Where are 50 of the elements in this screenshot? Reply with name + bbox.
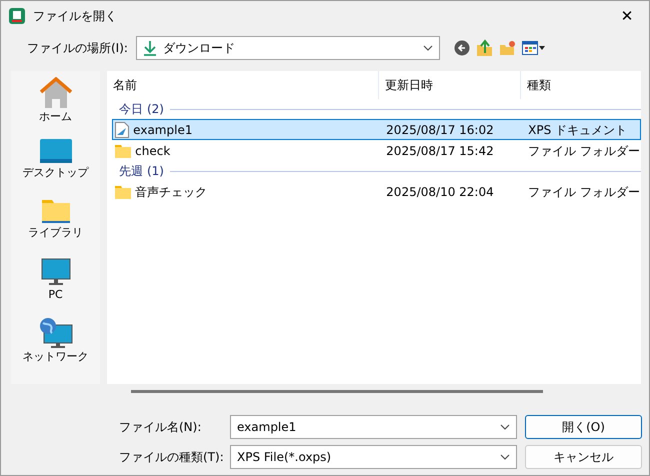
file-type: XPS ドキュメント (528, 122, 628, 138)
location-dropdown[interactable]: ダウンロード (136, 36, 440, 60)
modified-date: 2025/08/17 16:02 (386, 122, 494, 138)
app-icon (9, 8, 25, 24)
file-name-field[interactable]: example1 (230, 415, 517, 439)
sidebar-item[interactable]: ライブラリ (28, 197, 84, 257)
sidebar-item[interactable]: PC (40, 257, 71, 317)
download-icon (142, 40, 157, 56)
cancel-button[interactable]: キャンセル (525, 445, 642, 469)
up-folder-icon[interactable] (476, 39, 493, 57)
file-type: ファイル フォルダー (528, 142, 640, 160)
sidebar-item[interactable]: ネットワーク (22, 317, 89, 377)
scrollbar[interactable] (131, 390, 543, 393)
window-title: ファイルを開く (33, 8, 118, 25)
file-row[interactable]: check 2025/08/17 15:42 ファイル フォルダー (112, 140, 641, 161)
file-name: check (135, 142, 170, 160)
file-row[interactable]: 音声チェック 2025/08/10 22:04 ファイル フォルダー (112, 181, 641, 202)
file-type-label: ファイルの種類(T): (119, 449, 225, 466)
column-header[interactable]: 更新日時 (378, 71, 520, 99)
group-header[interactable]: 先週 (1) (119, 162, 164, 180)
caret-icon (500, 452, 510, 462)
folder-icon (115, 144, 132, 158)
document-icon (115, 122, 130, 138)
caret-icon (422, 43, 433, 53)
column-header[interactable]: 名前 (107, 76, 378, 94)
sidebar-item[interactable]: デスクトップ (22, 137, 89, 197)
file-type-dropdown[interactable]: XPS File(*.oxps) (230, 445, 517, 469)
desktop-icon (38, 137, 73, 165)
folder-icon (40, 197, 71, 225)
file-name-label: ファイル名(N): (119, 419, 202, 436)
caret-icon (500, 422, 510, 432)
group-header[interactable]: 今日 (2) (119, 100, 164, 118)
sidebar-item[interactable]: ホーム (38, 77, 73, 137)
location-label: ファイルの場所(I): (27, 40, 128, 57)
home-icon (38, 77, 73, 109)
close-button[interactable]: ✕ (613, 4, 641, 28)
view-menu-icon[interactable] (522, 40, 546, 56)
back-icon[interactable] (454, 40, 470, 56)
monitor-icon (40, 257, 71, 287)
file-row[interactable]: example1 2025/08/17 16:02 XPS ドキュメント (112, 119, 641, 140)
file-name: 音声チェック (135, 184, 208, 200)
column-header[interactable]: 種類 (520, 71, 641, 99)
modified-date: 2025/08/10 22:04 (386, 184, 494, 200)
modified-date: 2025/08/17 15:42 (386, 142, 494, 160)
file-name: example1 (133, 122, 192, 138)
new-folder-icon[interactable] (498, 40, 516, 56)
file-type: ファイル フォルダー (528, 184, 640, 200)
network-icon (38, 317, 73, 349)
open-button[interactable]: 開く(O) (525, 415, 642, 439)
folder-icon (115, 184, 132, 198)
